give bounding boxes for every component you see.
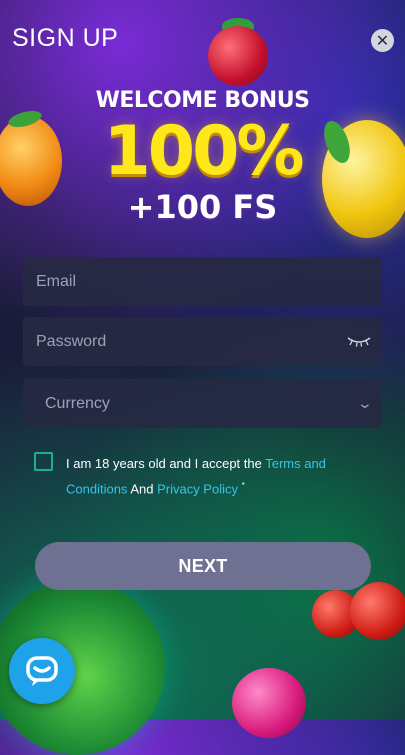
currency-label: Currency [45,394,110,412]
chat-icon [26,656,58,686]
bonus-headline: WELCOME BONUS [95,88,310,113]
email-field[interactable] [23,257,382,306]
terms-text-part: I am 18 years old and I accept the [66,456,266,471]
password-input[interactable] [34,331,371,352]
terms-text-part: And [127,481,158,497]
currency-select[interactable]: Currency ⌄ [23,379,382,428]
strawberry-image [208,26,268,86]
plum-image [232,668,306,738]
age-terms-checkbox[interactable] [34,452,53,471]
page-title: SIGN UP [12,24,119,52]
chat-button[interactable] [9,638,75,704]
terms-text: I am 18 years old and I accept the Terms… [66,453,366,500]
privacy-policy-link[interactable]: Privacy Policy [157,481,238,496]
required-asterisk: * [241,481,245,490]
password-field[interactable] [23,317,382,366]
next-button[interactable]: NEXT [35,542,371,590]
eye-closed-icon[interactable] [347,335,371,347]
close-icon: ✕ [375,30,390,50]
close-button[interactable]: ✕ [371,29,394,52]
chevron-down-icon: ⌄ [356,395,374,411]
cherry-image [350,582,405,640]
bonus-free-spins: +100 FS [127,188,278,226]
bonus-percent: 100% [103,112,304,191]
email-input[interactable] [34,271,371,292]
